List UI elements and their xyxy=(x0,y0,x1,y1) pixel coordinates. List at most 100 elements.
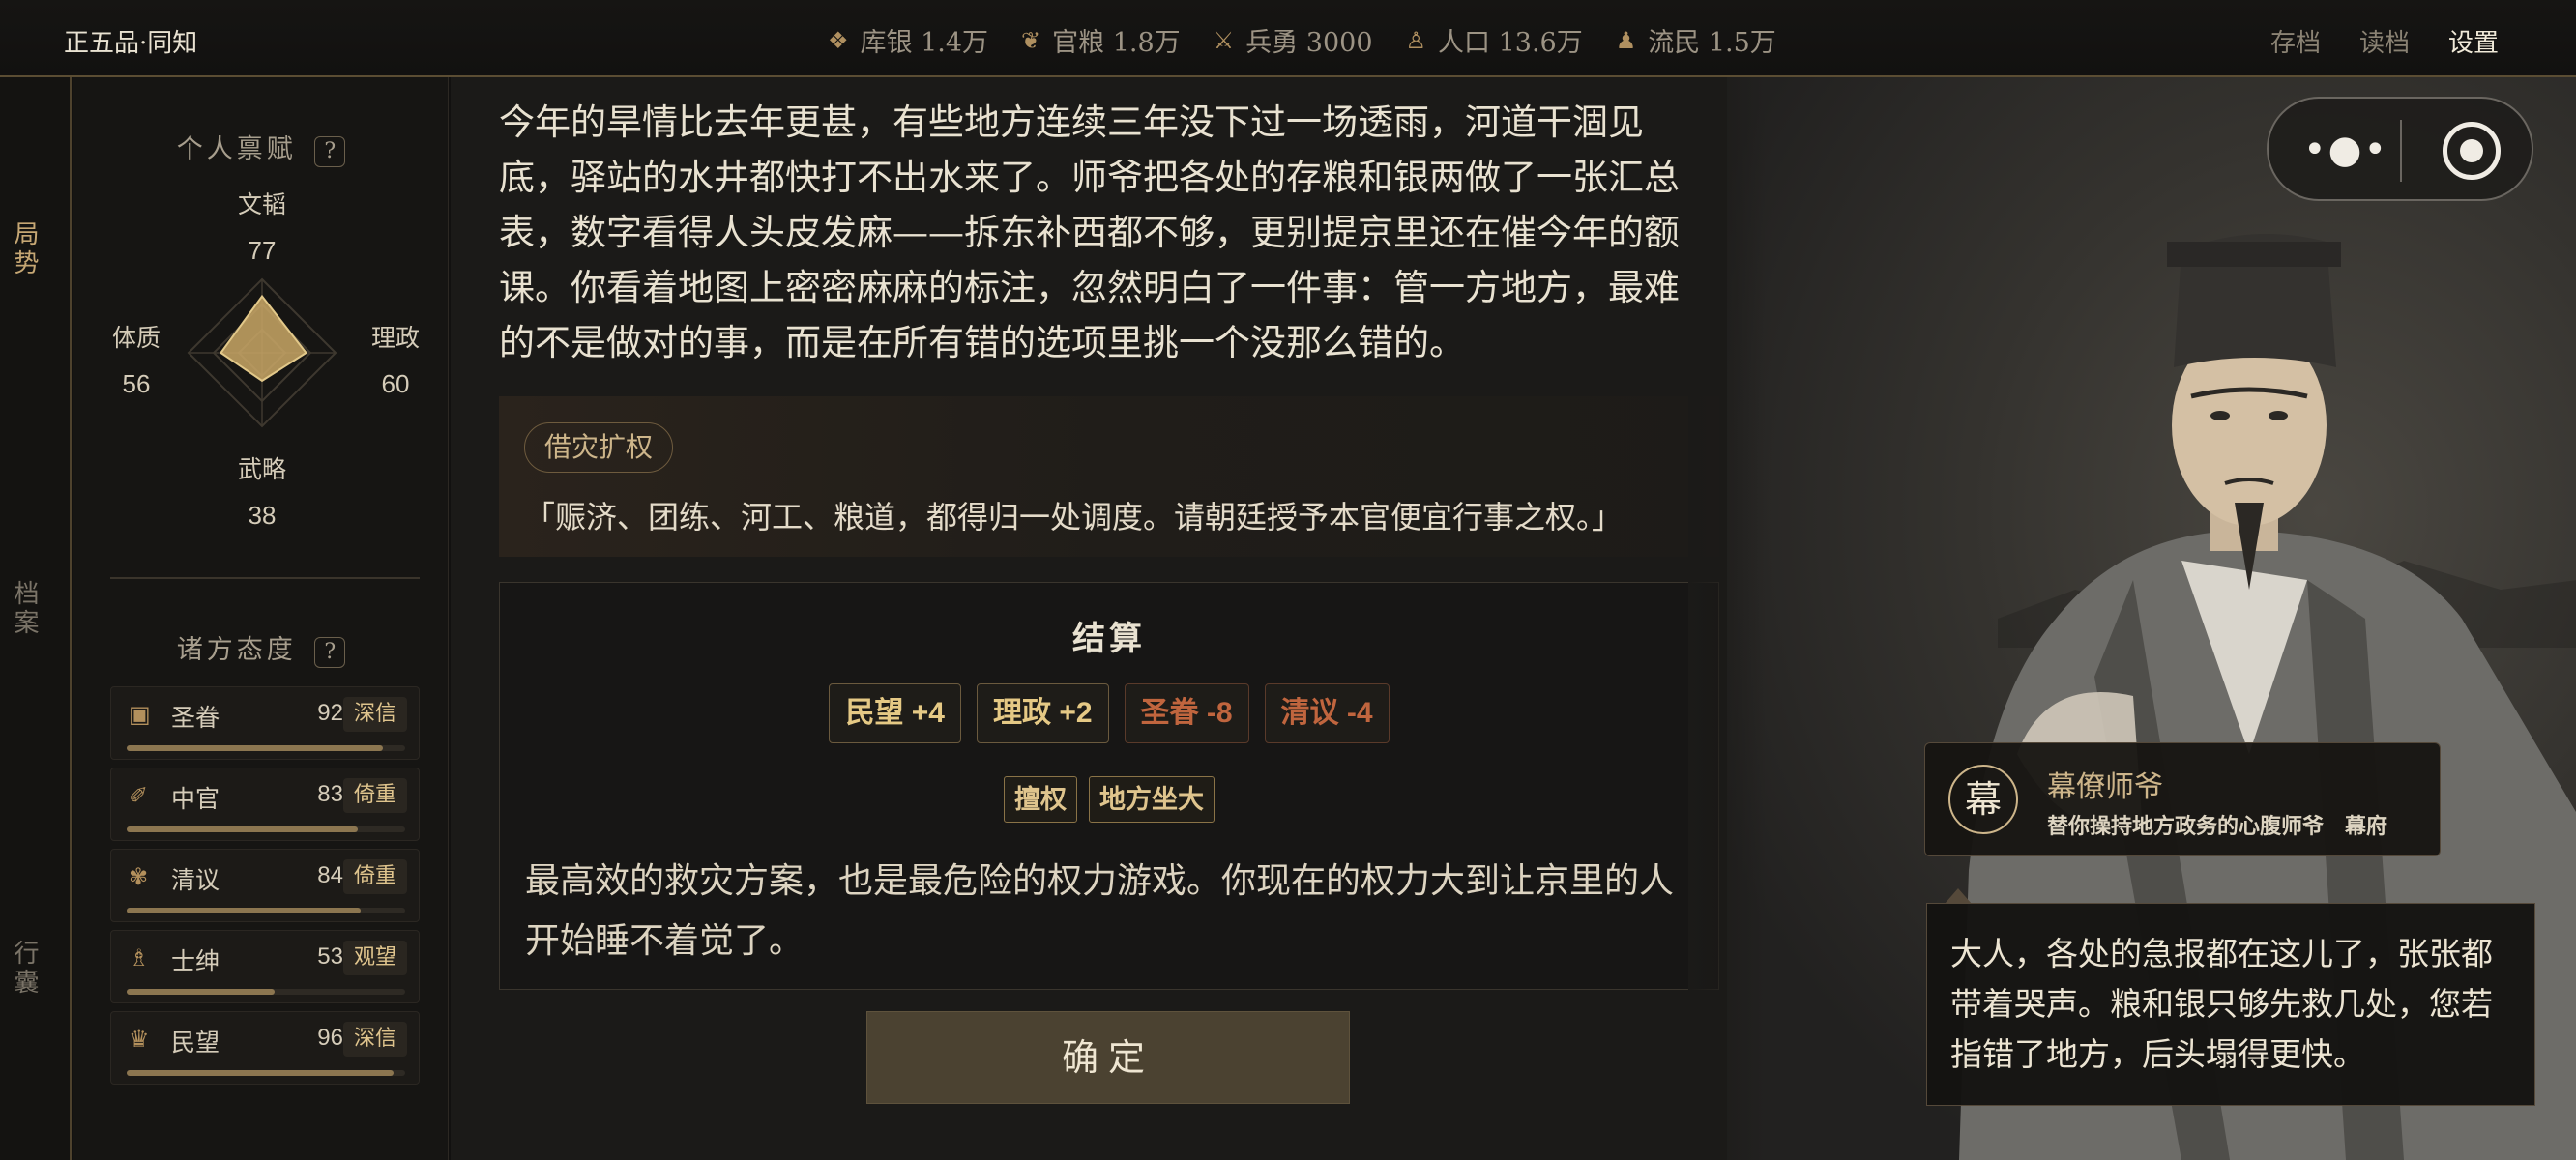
resource-soldiers: ⚔ 兵勇 3000 xyxy=(1214,21,1373,59)
faction-progress-fill xyxy=(127,989,275,995)
settlement-panel: 结算 民望 +4 理政 +2 圣眷 -8 清议 -4 擅权 地方坐大 最高效的救… xyxy=(499,582,1719,990)
attitude-section-title: 诸方态度 ? xyxy=(73,628,449,668)
faction-progress-fill xyxy=(127,826,359,832)
faction-progress-track xyxy=(127,1070,405,1076)
stat-value-wulue: 38 xyxy=(248,501,277,530)
outcome-tag: 擅权 xyxy=(1004,776,1077,823)
faction-value: 53 xyxy=(317,943,343,970)
faction-row-minwang[interactable]: ♛ 民望 96 深信 xyxy=(110,1011,420,1085)
faction-status-badge: 观望 xyxy=(343,941,407,975)
more-options-icon[interactable]: •●• xyxy=(2303,126,2388,174)
choice-quote: 「赈济、团练、河工、粮道，都得归一处调度。请朝廷授予本官便宜行事之权。」 xyxy=(524,499,1624,536)
npc-dialogue-bubble: 大人，各处的急报都在这儿了，张张都带着哭声。粮和银只够先救几处，您若指错了地方，… xyxy=(1926,888,2535,1106)
capsule-divider xyxy=(2400,120,2402,182)
stat-name-tizhi: 体质 xyxy=(111,324,161,352)
talent-title: 个人禀赋 xyxy=(176,134,297,164)
faction-name: 民望 xyxy=(171,1029,220,1057)
faction-value: 84 xyxy=(317,862,343,888)
choice-tag: 借灾扩权 xyxy=(524,422,674,473)
outcome-tag: 地方坐大 xyxy=(1089,776,1215,823)
settlement-text: 最高效的救灾方案，也是最危险的权力游戏。你现在的权力大到让京里的人开始睡不着觉了… xyxy=(525,861,1675,961)
imperial-favor-icon: ▣ xyxy=(129,701,151,728)
resource-bar: ❖ 库银 1.4万 ❦ 官粮 1.8万 ⚔ 兵勇 3000 ♙ 人口 13.6万… xyxy=(828,21,1776,59)
system-menu: 存档 读档 设置 xyxy=(2270,23,2499,59)
close-target-icon[interactable] xyxy=(2443,122,2501,180)
stat-value-tizhi: 56 xyxy=(122,369,151,398)
faction-progress-track xyxy=(127,745,405,751)
faction-row-zhongguan[interactable]: ✐ 中官 83 倚重 xyxy=(110,768,420,841)
refugee-icon: ♟ xyxy=(1615,26,1637,54)
stat-name-wulue: 武略 xyxy=(237,455,286,483)
selected-choice-panel: 借灾扩权 「赈济、团练、河工、粮道，都得归一处调度。请朝廷授予本官便宜行事之权。… xyxy=(499,396,1719,557)
settlement-title: 结算 xyxy=(1072,620,1146,658)
tab-situation[interactable]: 局势 xyxy=(0,220,43,278)
outcome-tags: 擅权 地方坐大 xyxy=(500,776,1718,823)
save-button[interactable]: 存档 xyxy=(2270,23,2321,59)
section-divider xyxy=(110,577,420,579)
population-icon: ♙ xyxy=(1405,26,1427,54)
resource-label: 人口 13.6万 xyxy=(1438,28,1583,58)
faction-name: 圣眷 xyxy=(171,704,220,732)
tab-archive[interactable]: 档案 xyxy=(0,580,43,638)
official-rank: 正五品·同知 xyxy=(64,29,198,58)
resource-refugees: ♟ 流民 1.5万 xyxy=(1616,21,1776,59)
tab-inventory[interactable]: 行囊 xyxy=(0,940,43,998)
attitude-help-icon[interactable]: ? xyxy=(314,637,346,668)
resource-population: ♙ 人口 13.6万 xyxy=(1406,21,1583,59)
scholar-icon: ✾ xyxy=(129,863,149,890)
faction-row-shishen[interactable]: ♗ 士绅 53 观望 xyxy=(110,930,420,1003)
grain-icon: ❦ xyxy=(1021,26,1041,54)
npc-name-card: 幕 幕僚师爷 替你操持地方政务的心腹师爷 幕府 xyxy=(1924,742,2441,856)
faction-value: 92 xyxy=(317,700,343,726)
resource-label: 官粮 1.8万 xyxy=(1052,28,1181,58)
stat-name-lizheng: 理政 xyxy=(370,324,420,352)
effect-chip: 民望 +4 xyxy=(829,683,961,743)
faction-progress-track xyxy=(127,989,405,995)
faction-name: 清议 xyxy=(171,866,220,894)
soldier-icon: ⚔ xyxy=(1213,26,1235,54)
faction-name: 中官 xyxy=(171,785,220,813)
attribute-radar-chart xyxy=(187,277,337,428)
confirm-button[interactable]: 确定 xyxy=(866,1011,1350,1104)
npc-name: 幕僚师爷 xyxy=(2047,770,2163,804)
effect-chip: 圣眷 -8 xyxy=(1124,683,1249,743)
faction-status-badge: 深信 xyxy=(343,1022,407,1057)
faction-progress-track xyxy=(127,826,405,832)
faction-status-badge: 倚重 xyxy=(343,859,407,894)
effect-chip: 理政 +2 xyxy=(976,683,1109,743)
settings-button[interactable]: 设置 xyxy=(2448,23,2499,59)
effect-chip: 清议 -4 xyxy=(1264,683,1390,743)
side-tab-rail: 局势 档案 行囊 xyxy=(0,77,72,1160)
npc-description: 替你操持地方政务的心腹师爷 幕府 xyxy=(2047,814,2388,838)
mini-program-capsule: •●• xyxy=(2267,97,2533,201)
talent-help-icon[interactable]: ? xyxy=(314,136,346,167)
faction-progress-fill xyxy=(127,745,383,751)
faction-row-shengjuan[interactable]: ▣ 圣眷 92 深信 xyxy=(110,686,420,760)
faction-row-qingyi[interactable]: ✾ 清议 84 倚重 xyxy=(110,849,420,922)
stat-value-lizheng: 60 xyxy=(381,369,410,398)
stat-value-wentao: 77 xyxy=(248,236,277,265)
resource-silver: ❖ 库银 1.4万 xyxy=(828,21,988,59)
effect-chips: 民望 +4 理政 +2 圣眷 -8 清议 -4 xyxy=(500,683,1718,743)
silver-icon: ❖ xyxy=(828,26,849,54)
people-icon: ♛ xyxy=(129,1026,150,1053)
faction-progress-track xyxy=(127,908,405,914)
resource-label: 流民 1.5万 xyxy=(1648,28,1776,58)
stats-panel: 个人禀赋 ? 文韬 77 理政 60 武略 38 体质 56 诸方态度 ? ▣ … xyxy=(73,77,449,1160)
attitude-title: 诸方态度 xyxy=(176,635,297,665)
npc-seal-icon: 幕 xyxy=(1948,765,2018,834)
faction-name: 士绅 xyxy=(171,947,220,975)
faction-value: 96 xyxy=(317,1025,343,1051)
faction-status-badge: 倚重 xyxy=(343,778,407,813)
top-bar: 正五品·同知 ❖ 库银 1.4万 ❦ 官粮 1.8万 ⚔ 兵勇 3000 ♙ 人… xyxy=(0,0,2576,77)
gentry-icon: ♗ xyxy=(129,944,150,972)
stat-name-wentao: 文韬 xyxy=(237,190,286,218)
resource-label: 兵勇 3000 xyxy=(1245,28,1373,58)
resource-label: 库银 1.4万 xyxy=(860,28,989,58)
faction-value: 83 xyxy=(317,781,343,807)
eunuch-icon: ✐ xyxy=(129,782,149,809)
narrative-text: 今年的旱情比去年更甚，有些地方连续三年没下过一场透雨，河道干涸见底，驿站的水井都… xyxy=(499,102,1680,363)
resource-grain: ❦ 官粮 1.8万 xyxy=(1021,21,1181,59)
load-button[interactable]: 读档 xyxy=(2359,23,2410,59)
npc-dialogue-text: 大人，各处的急报都在这儿了，张张都带着哭声。粮和银只够先救几处，您若指错了地方，… xyxy=(1950,935,2493,1073)
